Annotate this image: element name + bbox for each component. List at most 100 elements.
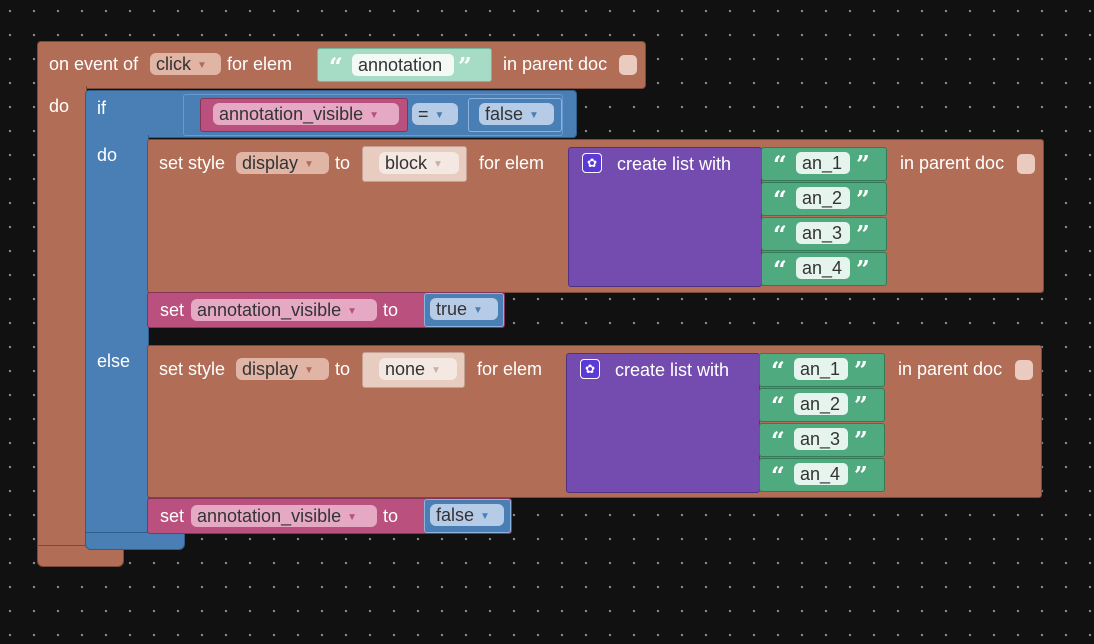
chevron-down-icon: ▼: [347, 306, 358, 317]
close-quote-icon: ”: [856, 150, 870, 179]
in-parent-doc-checkbox[interactable]: [619, 55, 637, 75]
if-label: if: [97, 98, 106, 118]
open-quote-icon: “: [773, 255, 787, 284]
style-value-dropdown[interactable]: none ▼: [379, 358, 457, 380]
list-item-field[interactable]: an_3: [796, 222, 850, 244]
chevron-down-icon: ▼: [480, 511, 490, 522]
close-quote-icon: ”: [856, 255, 870, 284]
list-item-field[interactable]: an_4: [796, 257, 850, 279]
chevron-down-icon: ▼: [304, 365, 314, 376]
close-quote-icon: ”: [854, 356, 868, 385]
event-type-dropdown[interactable]: click ▼: [150, 53, 221, 75]
open-quote-icon: “: [771, 461, 785, 490]
list-item-field[interactable]: an_4: [794, 463, 848, 485]
in-parent-doc-label: in parent doc: [900, 153, 1005, 173]
list-item-value: an_3: [802, 223, 843, 243]
condition-value: false: [485, 104, 524, 124]
chevron-down-icon: ▼: [433, 159, 443, 170]
condition-value-dropdown[interactable]: false ▼: [479, 103, 554, 125]
operator-value: =: [418, 104, 429, 124]
bool-value-dropdown[interactable]: false ▼: [430, 504, 504, 526]
list-item-value: an_1: [802, 153, 843, 173]
create-list-label: create list with: [617, 154, 732, 174]
condition-variable-dropdown[interactable]: annotation_visible ▼: [213, 103, 399, 125]
bool-value: true: [436, 299, 468, 319]
list-item-value: an_4: [800, 464, 841, 484]
list-item-field[interactable]: an_1: [794, 358, 848, 380]
close-quote-icon: ”: [856, 220, 870, 249]
open-quote-icon: “: [771, 356, 785, 385]
list-item-value: an_3: [800, 429, 841, 449]
element-id-field[interactable]: annotation: [352, 54, 454, 76]
gear-icon[interactable]: ✿: [580, 359, 600, 379]
event-prefix-label: on event of: [49, 54, 139, 74]
open-quote-icon: “: [771, 391, 785, 420]
set-variable-name: annotation_visible: [197, 300, 342, 320]
for-elem-label: for elem: [477, 359, 543, 379]
list-item-field[interactable]: an_1: [796, 152, 850, 174]
bool-value: false: [436, 505, 475, 525]
list-item-field[interactable]: an_2: [794, 393, 848, 415]
chevron-down-icon: ▼: [369, 110, 380, 121]
style-property-value: display: [242, 153, 299, 173]
open-quote-icon: “: [773, 220, 787, 249]
close-quote-icon: ”: [854, 461, 868, 490]
style-property-dropdown[interactable]: display ▼: [236, 152, 329, 174]
style-property-value: display: [242, 359, 299, 379]
set-label: set: [160, 506, 185, 526]
list-item-field[interactable]: an_3: [794, 428, 848, 450]
open-quote-icon: “: [773, 185, 787, 214]
in-parent-doc-label: in parent doc: [503, 54, 608, 74]
create-list-label: create list with: [615, 360, 730, 380]
set-variable-dropdown[interactable]: annotation_visible ▼: [191, 505, 377, 527]
open-quote-icon: “: [773, 150, 787, 179]
set-variable-name: annotation_visible: [197, 506, 342, 526]
style-value: block: [385, 153, 428, 173]
event-type-value: click: [156, 54, 191, 74]
for-elem-label: for elem: [479, 153, 545, 173]
operator-dropdown[interactable]: = ▼: [412, 103, 458, 125]
style-value-dropdown[interactable]: block ▼: [379, 152, 459, 174]
event-block-body: [37, 86, 87, 548]
set-variable-dropdown[interactable]: annotation_visible ▼: [191, 299, 377, 321]
gear-icon[interactable]: ✿: [582, 153, 602, 173]
if-block-footer: [85, 532, 185, 550]
list-item-field[interactable]: an_2: [796, 187, 850, 209]
list-item-value: an_1: [800, 359, 841, 379]
chevron-down-icon: ▼: [431, 365, 441, 376]
chevron-down-icon: ▼: [529, 110, 539, 121]
style-value: none: [385, 359, 426, 379]
chevron-down-icon: ▼: [473, 305, 483, 316]
chevron-down-icon: ▼: [197, 60, 207, 71]
style-property-dropdown[interactable]: display ▼: [236, 358, 329, 380]
in-parent-doc-label: in parent doc: [898, 359, 1003, 379]
set-label: set: [160, 300, 185, 320]
to-label: to: [383, 506, 399, 526]
open-quote-icon: “: [329, 52, 343, 81]
close-quote-icon: ”: [854, 391, 868, 420]
to-label: to: [335, 153, 351, 173]
condition-variable-name: annotation_visible: [219, 104, 364, 124]
chevron-down-icon: ▼: [347, 512, 358, 523]
close-quote-icon: ”: [458, 52, 472, 81]
for-elem-label: for elem: [227, 54, 293, 74]
in-parent-doc-checkbox[interactable]: [1017, 154, 1035, 174]
event-do-label: do: [49, 96, 70, 116]
chevron-down-icon: ▼: [434, 110, 445, 121]
in-parent-doc-checkbox[interactable]: [1015, 360, 1033, 380]
list-item-value: an_2: [802, 188, 843, 208]
set-style-label: set style: [159, 359, 226, 379]
bool-value-dropdown[interactable]: true ▼: [430, 298, 498, 320]
else-label: else: [97, 351, 131, 371]
open-quote-icon: “: [771, 426, 785, 455]
close-quote-icon: ”: [854, 426, 868, 455]
do-label: do: [97, 145, 118, 165]
if-block-spine: [85, 135, 149, 535]
set-style-label: set style: [159, 153, 226, 173]
to-label: to: [383, 300, 399, 320]
list-item-value: an_4: [802, 258, 843, 278]
to-label: to: [335, 359, 351, 379]
list-item-value: an_2: [800, 394, 841, 414]
close-quote-icon: ”: [856, 185, 870, 214]
chevron-down-icon: ▼: [304, 159, 314, 170]
